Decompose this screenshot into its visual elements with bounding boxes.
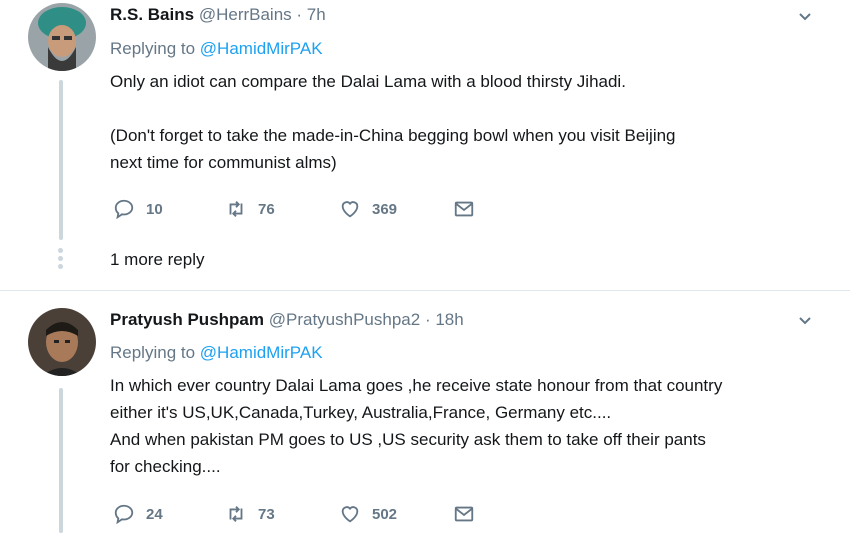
replying-to: Replying to @HamidMirPAK bbox=[110, 343, 323, 363]
tweet-text: Only an idiot can compare the Dalai Lama… bbox=[110, 68, 830, 176]
mention-link[interactable]: @HamidMirPAK bbox=[200, 39, 323, 58]
timestamp[interactable]: · 7h bbox=[296, 5, 325, 24]
tweet-text-line: either it's US,UK,Canada,Turkey, Austral… bbox=[110, 403, 612, 422]
chevron-down-icon[interactable] bbox=[798, 314, 812, 328]
retweet-button[interactable]: 73 bbox=[225, 503, 275, 525]
chevron-down-icon[interactable] bbox=[798, 10, 812, 24]
divider bbox=[0, 290, 850, 291]
display-name[interactable]: Pratyush Pushpam bbox=[110, 310, 264, 329]
like-count: 369 bbox=[372, 200, 398, 218]
reply-button[interactable]: 24 bbox=[113, 503, 163, 525]
tweet-text-line: next time for communist alms) bbox=[110, 153, 337, 172]
tweet-header: R.S. Bains @HerrBains · 7h bbox=[110, 5, 326, 25]
display-name[interactable]: R.S. Bains bbox=[110, 5, 194, 24]
tweet-text-line bbox=[110, 95, 830, 122]
tweet-text-line: (Don't forget to take the made-in-China … bbox=[110, 126, 676, 145]
reply-count: 10 bbox=[146, 200, 163, 218]
like-icon bbox=[341, 201, 359, 218]
like-count: 502 bbox=[372, 505, 398, 523]
direct-message-button[interactable] bbox=[453, 198, 486, 220]
tweet: R.S. Bains @HerrBains · 7h Replying to @… bbox=[0, 0, 850, 291]
thread-dots bbox=[57, 248, 65, 272]
thread-line bbox=[59, 388, 63, 533]
replying-label: Replying to bbox=[110, 39, 196, 58]
direct-message-icon bbox=[454, 506, 474, 522]
like-button[interactable]: 369 bbox=[339, 198, 397, 220]
reply-button[interactable]: 10 bbox=[113, 198, 163, 220]
tweet-text-line: And when pakistan PM goes to US ,US secu… bbox=[110, 430, 706, 449]
more-replies-link[interactable]: 1 more reply bbox=[110, 250, 204, 270]
tweet-text-line: Only an idiot can compare the Dalai Lama… bbox=[110, 72, 626, 91]
direct-message-icon bbox=[454, 201, 474, 217]
replying-label: Replying to bbox=[110, 343, 196, 362]
tweet-text-line: In which ever country Dalai Lama goes ,h… bbox=[110, 376, 723, 395]
tweet-text: In which ever country Dalai Lama goes ,h… bbox=[110, 372, 830, 480]
replying-to: Replying to @HamidMirPAK bbox=[110, 39, 323, 59]
direct-message-button[interactable] bbox=[453, 503, 486, 525]
retweet-icon bbox=[229, 201, 243, 217]
timestamp[interactable]: · 18h bbox=[425, 310, 464, 329]
thread-line bbox=[59, 80, 63, 240]
like-icon bbox=[341, 506, 359, 523]
avatar[interactable] bbox=[28, 308, 96, 376]
retweet-count: 73 bbox=[258, 505, 275, 523]
mention-link[interactable]: @HamidMirPAK bbox=[200, 343, 323, 362]
tweet-header: Pratyush Pushpam @PratyushPushpa2 · 18h bbox=[110, 310, 464, 330]
retweet-button[interactable]: 76 bbox=[225, 198, 275, 220]
user-handle[interactable]: @PratyushPushpa2 bbox=[269, 310, 420, 329]
tweet: Pratyush Pushpam @PratyushPushpa2 · 18h … bbox=[0, 292, 850, 533]
reply-icon bbox=[114, 504, 134, 525]
retweet-icon bbox=[229, 506, 243, 522]
avatar[interactable] bbox=[28, 3, 96, 71]
retweet-count: 76 bbox=[258, 200, 275, 218]
user-handle[interactable]: @HerrBains bbox=[199, 5, 292, 24]
tweet-text-line: for checking.... bbox=[110, 457, 221, 476]
reply-icon bbox=[114, 199, 134, 220]
like-button[interactable]: 502 bbox=[339, 503, 397, 525]
reply-count: 24 bbox=[146, 505, 163, 523]
